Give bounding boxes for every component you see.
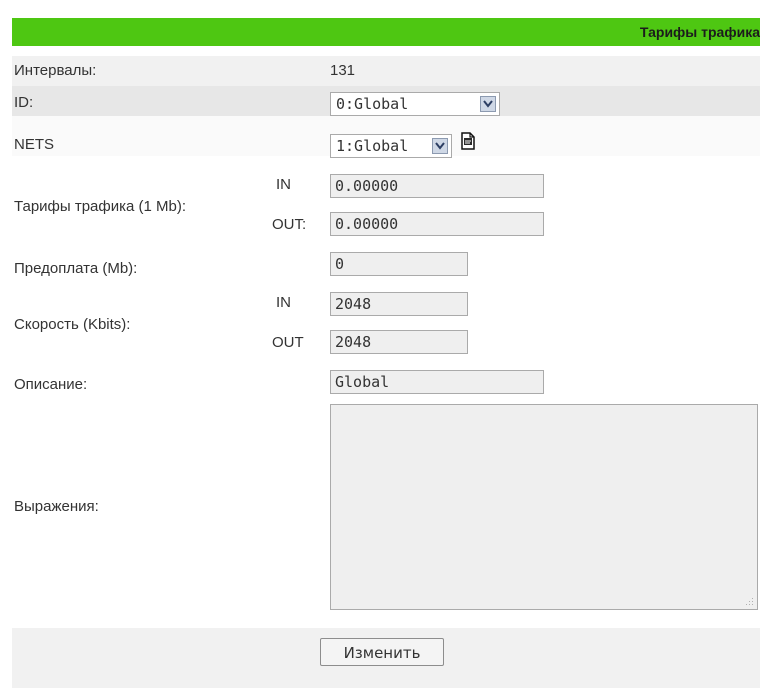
intervals-value: 131 (330, 62, 356, 79)
id-select[interactable]: 0:Global (330, 92, 500, 116)
speed-out-field[interactable] (330, 330, 468, 354)
intervals-label: Интервалы: (14, 62, 97, 79)
chevron-down-icon[interactable] (432, 138, 448, 154)
tariff-out-field[interactable] (330, 212, 544, 236)
prepay-label: Предоплата (Mb): (14, 260, 138, 277)
tariffs-in-label: IN (276, 176, 291, 193)
tariffs-out-label: OUT: (272, 216, 307, 233)
page-title: Тарифы трафика (639, 24, 760, 40)
nets-select-value: 1:Global (336, 137, 409, 155)
speed-in-field[interactable] (330, 292, 468, 316)
tariff-form-panel: Тарифы трафика Интервалы: 131 ID: 0:Glob… (12, 18, 760, 688)
description-field[interactable] (330, 370, 544, 394)
speed-label: Скорость (Kbits): (14, 316, 131, 333)
chevron-down-icon[interactable] (480, 96, 496, 112)
submit-button[interactable]: Изменить (320, 638, 444, 666)
expressions-textarea[interactable] (330, 404, 758, 610)
id-select-value: 0:Global (336, 95, 409, 113)
speed-out-label: OUT (272, 334, 304, 351)
description-label: Описание: (14, 376, 88, 393)
id-label: ID: (14, 94, 34, 111)
resize-grip-icon[interactable] (745, 597, 754, 606)
prepay-field[interactable] (330, 252, 468, 276)
tariff-in-field[interactable] (330, 174, 544, 198)
nets-label: NETS (14, 136, 55, 153)
row-intervals-bg (12, 56, 760, 86)
expressions-label: Выражения: (14, 498, 99, 515)
tariffs-label: Тарифы трафика (1 Mb): (14, 198, 187, 215)
speed-in-label: IN (276, 294, 291, 311)
nets-select[interactable]: 1:Global (330, 134, 452, 158)
document-icon[interactable] (460, 132, 476, 150)
header-bar: Тарифы трафика (12, 18, 760, 46)
